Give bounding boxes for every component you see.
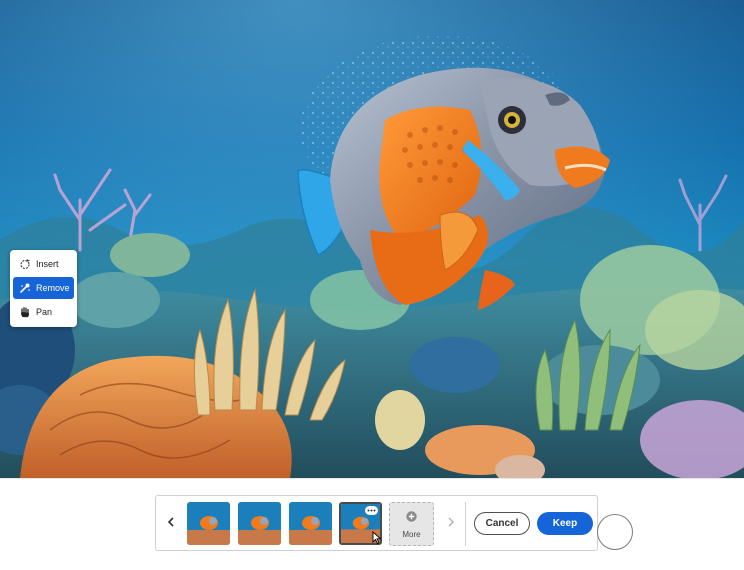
more-label: More [402, 530, 421, 539]
chevron-left-icon [167, 514, 175, 532]
image-canvas[interactable] [0, 0, 744, 478]
next-button[interactable] [444, 514, 458, 532]
fish-thumbnail-image [289, 502, 332, 545]
fish-thumbnail-image [238, 502, 281, 545]
insert-tool[interactable]: Insert [13, 253, 74, 275]
insert-brush-icon [19, 258, 31, 270]
previous-button[interactable] [164, 514, 178, 532]
fish-thumbnail-image [187, 502, 230, 545]
brush-tool-menu: Insert Remove Pan [10, 250, 77, 327]
brush-cursor-ring [597, 514, 633, 550]
remove-tool[interactable]: Remove [13, 277, 74, 299]
mouse-pointer-icon [372, 530, 382, 549]
more-options-icon[interactable] [365, 506, 378, 515]
hand-icon [19, 306, 31, 318]
remove-brush-icon [19, 282, 31, 294]
pan-tool-label: Pan [36, 307, 53, 317]
more-variations-button[interactable]: More [389, 502, 434, 546]
variation-toolbar: More Cancel Keep [0, 478, 744, 570]
underwater-scene-image [0, 0, 744, 478]
divider [465, 502, 466, 546]
remove-tool-label: Remove [36, 283, 70, 293]
keep-button[interactable]: Keep [537, 512, 593, 535]
variation-thumbnail-2[interactable] [238, 502, 281, 545]
plus-circle-icon [406, 509, 417, 527]
chevron-right-icon [447, 514, 455, 532]
variation-thumbnail-1[interactable] [187, 502, 230, 545]
pan-tool[interactable]: Pan [13, 301, 74, 323]
insert-tool-label: Insert [36, 259, 59, 269]
variation-thumbnail-3[interactable] [289, 502, 332, 545]
cancel-button[interactable]: Cancel [474, 512, 530, 535]
